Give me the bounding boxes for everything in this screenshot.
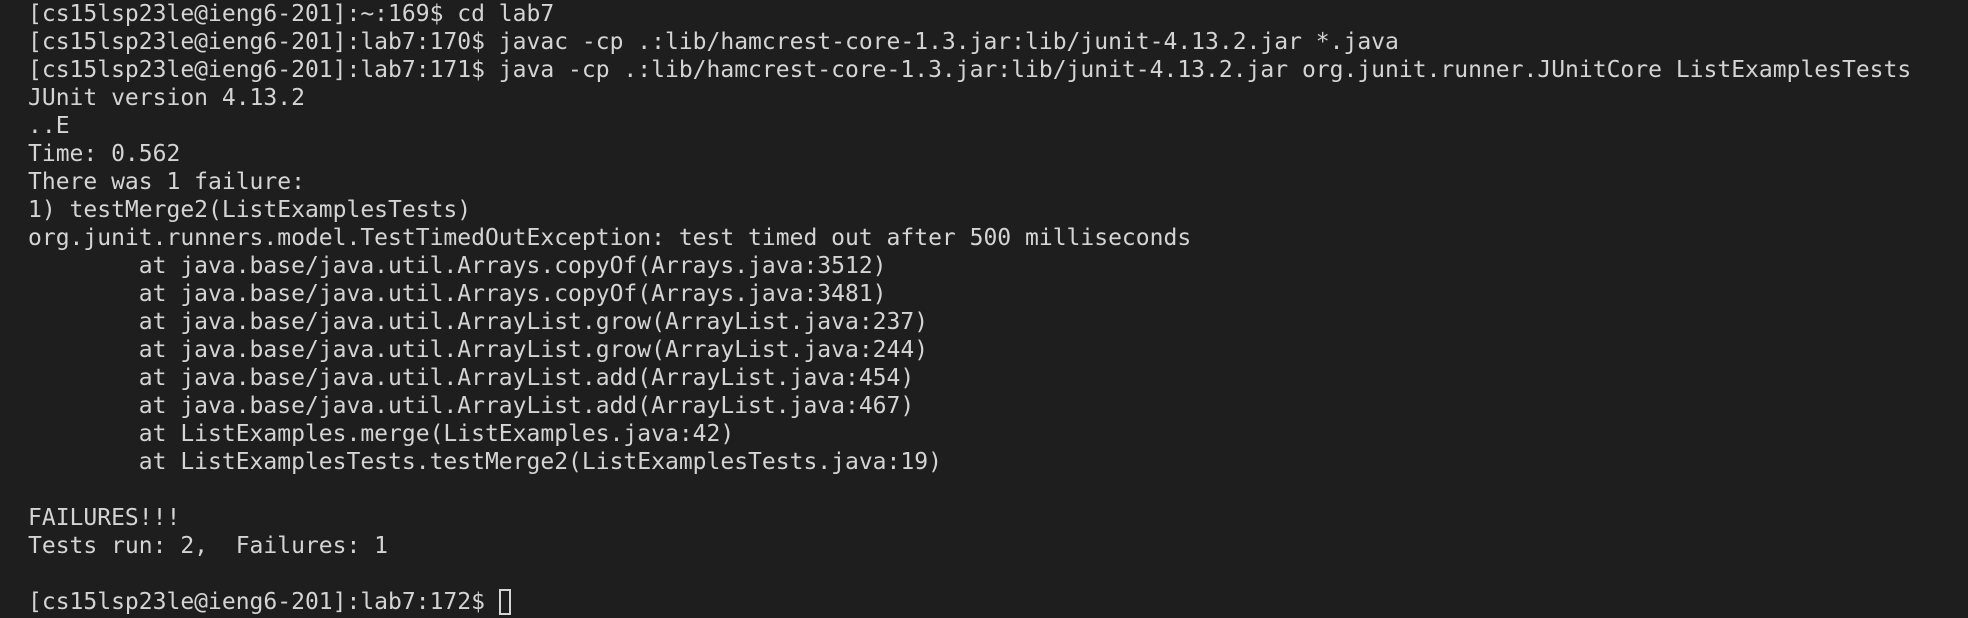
terminal-line: 1) testMerge2(ListExamplesTests) — [28, 197, 472, 223]
terminal-line: at ListExamplesTests.testMerge2(ListExam… — [28, 449, 942, 475]
terminal-line: Tests run: 2, Failures: 1 — [28, 533, 389, 559]
terminal-line: at java.base/java.util.ArrayList.grow(Ar… — [28, 309, 929, 335]
terminal-line: [cs15lsp23le@ieng6-201]:lab7:171$ java -… — [28, 57, 1912, 83]
terminal-line: [cs15lsp23le@ieng6-201]:~:169$ cd lab7 — [28, 1, 555, 27]
terminal-line: There was 1 failure: — [28, 169, 305, 195]
terminal-line: JUnit version 4.13.2 — [28, 85, 305, 111]
terminal-line: FAILURES!!! — [28, 505, 181, 531]
terminal-line: [cs15lsp23le@ieng6-201]:lab7:170$ javac … — [28, 29, 1399, 55]
terminal-line: at java.base/java.util.Arrays.copyOf(Arr… — [28, 253, 887, 279]
current-prompt-line[interactable]: [cs15lsp23le@ieng6-201]:lab7:172$ — [28, 588, 1968, 616]
terminal-line: at java.base/java.util.ArrayList.add(Arr… — [28, 365, 915, 391]
terminal-line: org.junit.runners.model.TestTimedOutExce… — [28, 225, 1192, 251]
terminal-line: at java.base/java.util.Arrays.copyOf(Arr… — [28, 281, 887, 307]
shell-prompt: [cs15lsp23le@ieng6-201]:lab7:172$ — [28, 589, 499, 615]
text-cursor[interactable] — [498, 589, 511, 615]
terminal-window[interactable]: [cs15lsp23le@ieng6-201]:~:169$ cd lab7 [… — [0, 0, 1968, 618]
terminal-line: at java.base/java.util.ArrayList.add(Arr… — [28, 393, 915, 419]
terminal-line: Time: 0.562 — [28, 141, 181, 167]
terminal-line: ..E — [28, 113, 70, 139]
terminal-line: at ListExamples.merge(ListExamples.java:… — [28, 421, 735, 447]
terminal-line: at java.base/java.util.ArrayList.grow(Ar… — [28, 337, 929, 363]
